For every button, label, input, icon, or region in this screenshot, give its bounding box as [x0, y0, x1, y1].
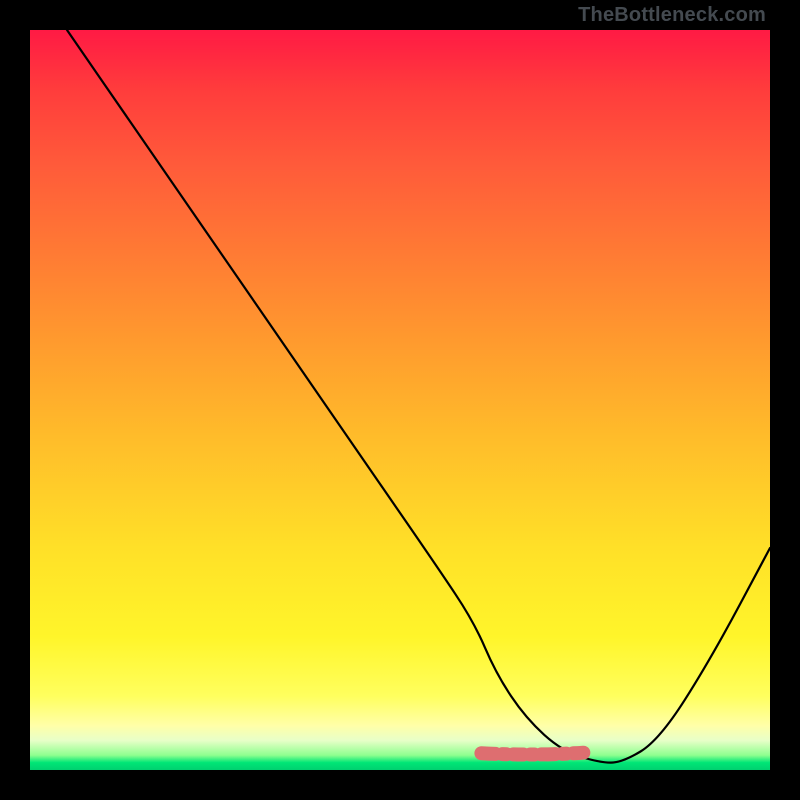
- bottleneck-curve-path: [67, 30, 770, 763]
- pink-band: [481, 749, 622, 754]
- chart-frame: [30, 30, 770, 770]
- bottleneck-curve: [67, 30, 770, 763]
- chart-svg: [30, 30, 770, 770]
- watermark-label: TheBottleneck.com: [578, 4, 766, 27]
- pink-band-path: [481, 749, 622, 754]
